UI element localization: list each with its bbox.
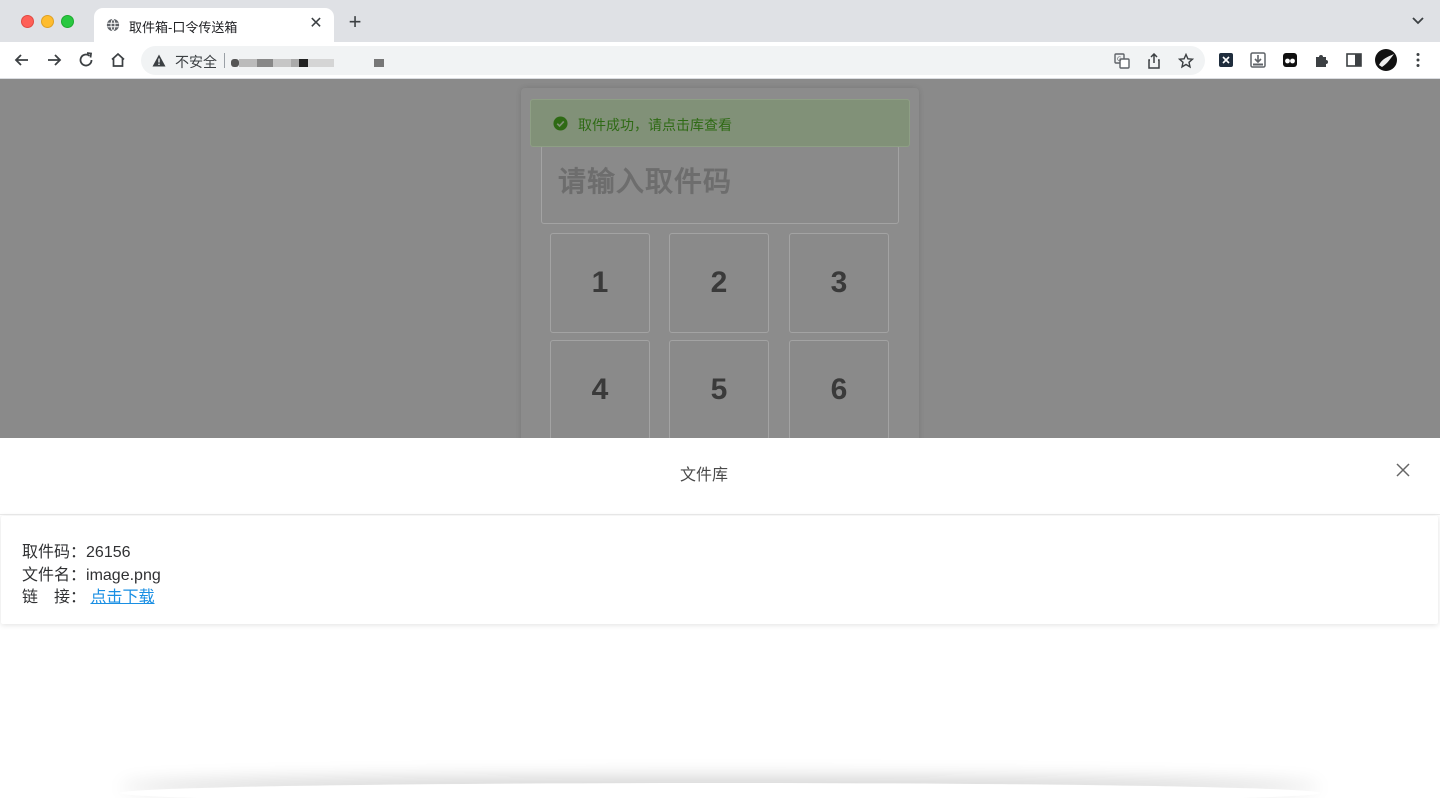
globe-icon bbox=[106, 18, 120, 32]
side-panel-icon[interactable] bbox=[1345, 51, 1363, 69]
success-alert: 取件成功，请点击库查看 bbox=[530, 99, 910, 147]
bookmark-star-icon[interactable] bbox=[1178, 53, 1194, 69]
avatar-image-icon bbox=[1379, 54, 1394, 67]
bottom-shadow bbox=[120, 783, 1320, 798]
tab-title: 取件箱-口令传送箱 bbox=[129, 20, 238, 35]
minimize-window-button[interactable] bbox=[41, 15, 54, 28]
security-label[interactable]: 不安全 bbox=[175, 52, 217, 72]
extension-x-icon[interactable] bbox=[1217, 51, 1235, 69]
browser-toolbar: 不安全 G bbox=[0, 42, 1440, 79]
download-link[interactable]: 点击下载 bbox=[90, 589, 154, 606]
browser-tab[interactable]: 取件箱-口令传送箱 ✕ bbox=[94, 8, 334, 42]
close-icon[interactable] bbox=[1395, 462, 1411, 478]
file-card: 取件码：26156 文件名：image.png 链 接： 点击下载 bbox=[1, 516, 1438, 624]
key-2[interactable]: 2 bbox=[669, 233, 769, 333]
more-menu-icon[interactable] bbox=[1409, 51, 1427, 69]
file-name-row: 文件名：image.png bbox=[22, 561, 161, 585]
close-window-button[interactable] bbox=[21, 15, 34, 28]
key-4[interactable]: 4 bbox=[550, 340, 650, 438]
warning-icon[interactable] bbox=[152, 54, 166, 67]
forward-arrow-icon[interactable] bbox=[45, 51, 63, 69]
back-arrow-icon[interactable] bbox=[13, 51, 31, 69]
maximize-window-button[interactable] bbox=[61, 15, 74, 28]
puzzle-extensions-icon[interactable] bbox=[1313, 51, 1331, 69]
extension-glasses-icon[interactable] bbox=[1281, 51, 1299, 69]
svg-text:G: G bbox=[1117, 56, 1122, 63]
alert-message: 取件成功，请点击库查看 bbox=[578, 117, 732, 133]
file-code-row: 取件码：26156 bbox=[22, 538, 131, 562]
omnibox-divider bbox=[224, 53, 225, 68]
file-name-label: 文件名： bbox=[22, 567, 87, 584]
file-library-drawer: 文件库 取件码：26156 文件名：image.png 链 接： 点击下载 bbox=[0, 438, 1440, 798]
download-extension-icon[interactable] bbox=[1249, 51, 1267, 69]
file-link-row: 链 接： 点击下载 bbox=[22, 583, 154, 607]
browser-titlebar: 取件箱-口令传送箱 ✕ + bbox=[0, 0, 1440, 42]
tab-close-icon[interactable]: ✕ bbox=[307, 15, 325, 33]
blurred-url bbox=[231, 59, 384, 67]
code-input[interactable]: 请输入取件码 bbox=[541, 145, 899, 224]
share-icon[interactable] bbox=[1146, 53, 1162, 69]
key-5[interactable]: 5 bbox=[669, 340, 769, 438]
drawer-title: 文件库 bbox=[679, 467, 728, 484]
page-overlay[interactable]: 请输入取件码 1 2 3 4 5 6 取件成功，请点击库查看 bbox=[0, 79, 1440, 438]
file-code-value: 26156 bbox=[86, 544, 131, 561]
key-1[interactable]: 1 bbox=[550, 233, 650, 333]
chevron-down-icon[interactable] bbox=[1412, 16, 1424, 26]
profile-avatar[interactable] bbox=[1375, 49, 1397, 71]
file-link-label: 链 接： bbox=[22, 589, 87, 606]
new-tab-button[interactable]: + bbox=[345, 11, 365, 33]
translate-icon[interactable]: G bbox=[1114, 53, 1130, 69]
file-name-value: image.png bbox=[86, 567, 161, 584]
key-3[interactable]: 3 bbox=[789, 233, 889, 333]
reload-icon[interactable] bbox=[77, 51, 95, 69]
check-circle-icon bbox=[553, 116, 568, 131]
file-code-label: 取件码： bbox=[22, 544, 87, 561]
key-6[interactable]: 6 bbox=[789, 340, 889, 438]
address-bar[interactable]: 不安全 G bbox=[141, 46, 1205, 75]
home-icon[interactable] bbox=[109, 51, 127, 69]
code-placeholder: 请输入取件码 bbox=[558, 166, 733, 197]
drawer-divider bbox=[0, 514, 1440, 515]
